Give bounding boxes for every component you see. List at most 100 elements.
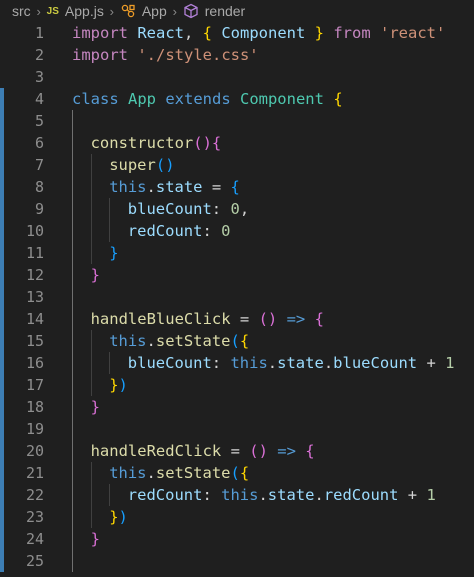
breadcrumb-file[interactable]: JS App.js [47, 3, 104, 19]
code-line[interactable]: 16 blueCount: this.state.blueCount + 1 [0, 352, 474, 374]
code-token: () [193, 134, 212, 152]
breadcrumb-folder[interactable]: src [12, 3, 31, 19]
line-number: 11 [25, 244, 44, 262]
code-token: ( [230, 332, 240, 350]
code-token: = [230, 310, 259, 328]
code-text: } [109, 242, 118, 264]
code-token: this [221, 486, 259, 504]
code-token: handleRedClick [90, 442, 222, 460]
code-token: . [146, 178, 156, 196]
code-line[interactable]: 20 handleRedClick = () => { [0, 440, 474, 462]
code-token: { [202, 24, 213, 42]
indent-guide [72, 528, 73, 550]
code-text: this.state = { [109, 176, 240, 198]
indent-guide [72, 418, 73, 440]
code-line[interactable]: 9 blueCount: 0, [0, 198, 474, 220]
indent-guide [109, 198, 111, 220]
code-text: }) [109, 506, 128, 528]
code-line[interactable]: 21 this.setState({ [0, 462, 474, 484]
indent-guide [72, 374, 73, 396]
code-line[interactable]: 8 this.state = { [0, 176, 474, 198]
code-text: this.setState({ [109, 330, 249, 352]
code-token: import [72, 46, 138, 64]
code-token: constructor [90, 134, 194, 152]
code-line[interactable]: 18} [0, 396, 474, 418]
code-token: { [230, 178, 240, 196]
code-token: this [230, 354, 268, 372]
code-line[interactable]: 7 super() [0, 154, 474, 176]
code-token: . [146, 464, 156, 482]
breadcrumb-method-label: render [204, 3, 246, 19]
line-number: 16 [25, 354, 44, 372]
code-token: this [109, 178, 147, 196]
code-line[interactable]: 2 import './style.css' [0, 44, 474, 66]
code-text: } [91, 396, 100, 418]
code-line[interactable]: 14 handleBlueClick = () => { [0, 308, 474, 330]
code-token: ) [118, 376, 128, 394]
code-line[interactable]: 1 import React, { Component } from 'react… [0, 22, 474, 44]
code-text: class App extends Component { [72, 88, 343, 110]
code-token: state [155, 178, 203, 196]
code-line[interactable]: 17}) [0, 374, 474, 396]
code-line[interactable]: 4 class App extends Component { [0, 88, 474, 110]
line-number: 21 [25, 464, 44, 482]
code-token: super [109, 156, 156, 174]
code-token: redCount [323, 486, 399, 504]
code-token: React [137, 24, 184, 42]
line-number: 13 [25, 288, 44, 306]
code-token: () [155, 156, 175, 174]
code-line[interactable]: 19 [0, 418, 474, 440]
indent-guide [90, 374, 92, 396]
line-number: 5 [34, 112, 44, 130]
code-token: 1 [426, 486, 436, 504]
code-token: this [109, 332, 147, 350]
code-line[interactable]: 11} [0, 242, 474, 264]
code-token: state [267, 486, 315, 504]
code-token: ( [230, 464, 240, 482]
code-token: class [72, 90, 128, 108]
chevron-right-icon: › [36, 3, 41, 19]
code-line[interactable]: 24} [0, 528, 474, 550]
code-line[interactable]: 15 this.setState({ [0, 330, 474, 352]
line-number: 6 [34, 134, 44, 152]
code-line[interactable]: 22 redCount: this.state.redCount + 1 [0, 484, 474, 506]
code-token: } [314, 24, 325, 42]
indent-guide [90, 154, 92, 176]
code-token: , [184, 24, 203, 42]
code-token: App [128, 90, 166, 108]
code-token: import [72, 24, 138, 42]
breadcrumb-class[interactable]: App [120, 3, 167, 19]
indent-guide [90, 462, 92, 484]
indent-guide [90, 484, 92, 506]
code-token: . [323, 354, 334, 372]
code-line[interactable]: 6 constructor(){ [0, 132, 474, 154]
code-editor[interactable]: 1 import React, { Component } from 'react… [0, 22, 474, 577]
line-number: 25 [25, 552, 44, 570]
line-number: 15 [25, 332, 44, 350]
code-line[interactable]: 3 [0, 66, 474, 88]
code-text: }) [109, 374, 128, 396]
code-token: './style.css' [137, 46, 259, 64]
code-line[interactable]: 25 [0, 550, 474, 572]
indent-guide [72, 462, 73, 484]
javascript-file-icon: JS [46, 5, 59, 17]
line-number: 24 [25, 530, 44, 548]
code-text: super() [109, 154, 174, 176]
breadcrumb-method[interactable]: render [183, 3, 245, 19]
code-line[interactable]: 13 [0, 286, 474, 308]
code-line[interactable]: 5 [0, 110, 474, 132]
code-line[interactable]: 23}) [0, 506, 474, 528]
indent-guide [90, 220, 92, 242]
line-number: 1 [34, 24, 44, 42]
code-line[interactable]: 10 redCount: 0 [0, 220, 474, 242]
code-token: setState [155, 464, 231, 482]
breadcrumb: src › JS App.js › App › render [0, 0, 474, 22]
line-number: 12 [25, 266, 44, 284]
indent-guide [72, 506, 73, 528]
code-token: : [202, 222, 222, 240]
indent-guide [72, 198, 73, 220]
code-line[interactable]: 12} [0, 264, 474, 286]
code-text: handleRedClick = () => { [91, 440, 315, 462]
indent-guide [72, 330, 73, 352]
code-token: } [109, 376, 119, 394]
